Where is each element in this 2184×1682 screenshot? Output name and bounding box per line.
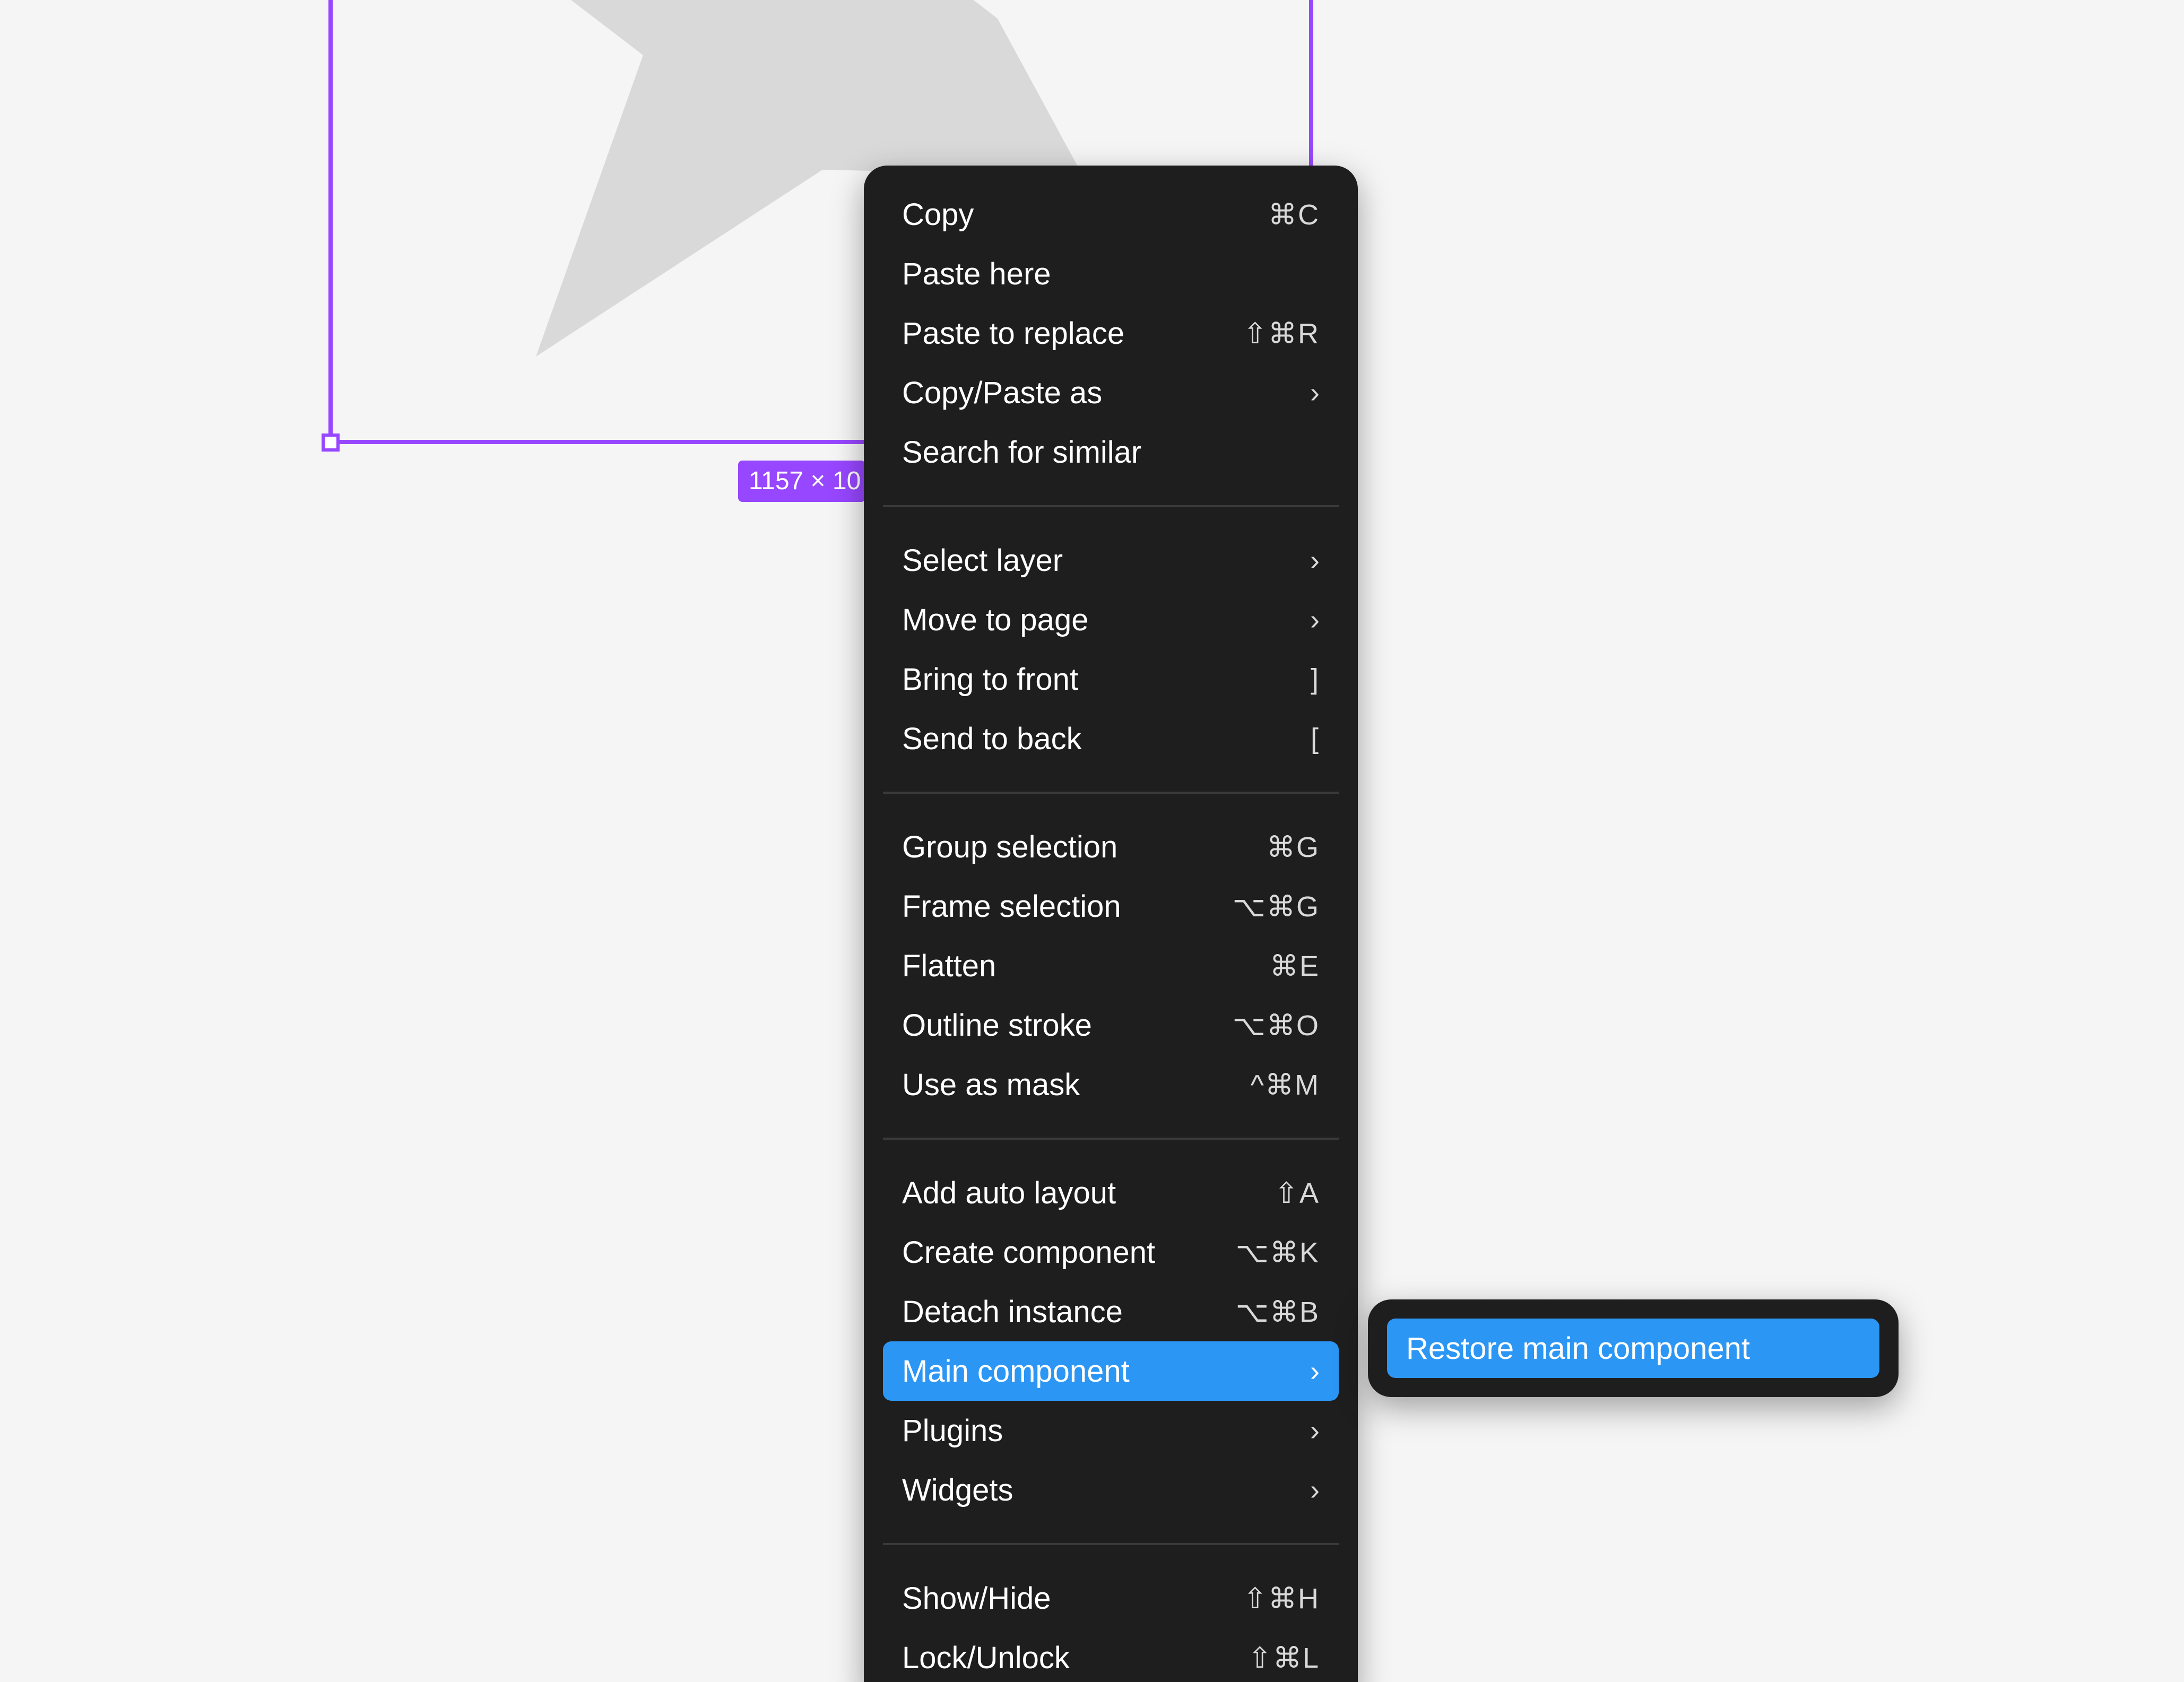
menu-item-widgets[interactable]: Widgets › (883, 1460, 1339, 1520)
menu-item-label: Frame selection (902, 889, 1121, 924)
menu-item-copy[interactable]: Copy ⌘C (883, 185, 1339, 244)
menu-item-label: Move to page (902, 602, 1089, 637)
chevron-right-icon: › (1310, 604, 1320, 636)
menu-item-label: Main component (902, 1354, 1130, 1389)
menu-item-label: Copy/Paste as (902, 375, 1103, 410)
menu-item-label: Create component (902, 1235, 1156, 1270)
menu-item-label: Paste to replace (902, 316, 1125, 351)
menu-item-plugins[interactable]: Plugins › (883, 1401, 1339, 1460)
menu-item-label: Show/Hide (902, 1581, 1051, 1616)
menu-item-label: Use as mask (902, 1067, 1080, 1102)
context-menu: Copy ⌘C Paste here Paste to replace ⇧⌘R Copy/… (864, 166, 1358, 1682)
menu-item-shortcut: ⇧A (1274, 1177, 1320, 1209)
menu-separator (883, 505, 1339, 507)
chevron-right-icon: › (1310, 1474, 1320, 1506)
chevron-right-icon: › (1310, 1415, 1320, 1446)
menu-item-create-component[interactable]: Create component ⌥⌘K (883, 1223, 1339, 1282)
menu-item-label: Widgets (902, 1472, 1013, 1507)
menu-item-label: Send to back (902, 721, 1082, 756)
menu-item-label: Lock/Unlock (902, 1640, 1070, 1675)
menu-item-detach-instance[interactable]: Detach instance ⌥⌘B (883, 1282, 1339, 1341)
menu-item-main-component[interactable]: Main component › (883, 1341, 1339, 1401)
menu-item-show-hide[interactable]: Show/Hide ⇧⌘H (883, 1568, 1339, 1628)
menu-item-label: Plugins (902, 1413, 1003, 1448)
menu-separator (883, 1543, 1339, 1545)
chevron-right-icon: › (1310, 544, 1320, 576)
menu-item-shortcut: ⇧⌘H (1243, 1582, 1320, 1615)
submenu-item-restore-main-component[interactable]: Restore main component (1387, 1319, 1879, 1378)
menu-item-shortcut: ⌘G (1266, 831, 1320, 863)
menu-item-label: Detach instance (902, 1294, 1123, 1329)
menu-item-move-to-page[interactable]: Move to page › (883, 590, 1339, 649)
menu-item-shortcut: ⇧⌘R (1243, 317, 1320, 350)
chevron-right-icon: › (1310, 1355, 1320, 1387)
menu-item-shortcut: ^⌘M (1250, 1069, 1320, 1101)
dimension-badge: 1157 × 10 (738, 461, 865, 502)
menu-item-label: Bring to front (902, 662, 1079, 697)
menu-item-label: Select layer (902, 543, 1063, 578)
menu-item-use-as-mask[interactable]: Use as mask ^⌘M (883, 1055, 1339, 1114)
menu-item-shortcut: ⇧⌘L (1247, 1642, 1320, 1674)
submenu-item-label: Restore main component (1406, 1331, 1750, 1366)
menu-item-shortcut: [ (1310, 723, 1320, 755)
menu-item-frame-selection[interactable]: Frame selection ⌥⌘G (883, 877, 1339, 936)
menu-item-group-selection[interactable]: Group selection ⌘G (883, 817, 1339, 877)
menu-item-shortcut: ⌘E (1269, 950, 1320, 982)
menu-separator (883, 1138, 1339, 1140)
menu-item-shortcut: ⌥⌘O (1232, 1009, 1320, 1042)
menu-item-label: Add auto layout (902, 1175, 1116, 1210)
menu-item-shortcut: ⌥⌘B (1235, 1296, 1320, 1328)
menu-item-shortcut: ⌘C (1268, 198, 1320, 231)
menu-item-lock-unlock[interactable]: Lock/Unlock ⇧⌘L (883, 1628, 1339, 1682)
menu-item-paste-here[interactable]: Paste here (883, 244, 1339, 304)
menu-item-label: Group selection (902, 829, 1118, 864)
chevron-right-icon: › (1310, 377, 1320, 409)
menu-item-add-auto-layout[interactable]: Add auto layout ⇧A (883, 1163, 1339, 1223)
menu-item-label: Outline stroke (902, 1008, 1092, 1043)
menu-item-bring-to-front[interactable]: Bring to front] (883, 649, 1339, 709)
menu-item-outline-stroke[interactable]: Outline stroke ⌥⌘O (883, 995, 1339, 1055)
resize-handle[interactable] (322, 433, 340, 452)
menu-item-label: Flatten (902, 948, 996, 983)
menu-item-label: Copy (902, 197, 974, 232)
menu-item-copy-paste-as[interactable]: Copy/Paste as › (883, 363, 1339, 422)
menu-item-select-layer[interactable]: Select layer › (883, 531, 1339, 590)
menu-separator (883, 792, 1339, 794)
design-canvas[interactable]: 1157 × 10 Copy ⌘C Paste here Paste to repla… (0, 0, 2184, 1682)
submenu-main-component: Restore main component (1368, 1299, 1899, 1397)
menu-item-flatten[interactable]: Flatten ⌘E (883, 936, 1339, 995)
menu-item-label: Search for similar (902, 435, 1142, 470)
menu-item-paste-to-replace[interactable]: Paste to replace ⇧⌘R (883, 304, 1339, 363)
menu-item-send-to-back[interactable]: Send to back [ (883, 709, 1339, 768)
menu-item-search-for-similar[interactable]: Search for similar (883, 422, 1339, 482)
menu-item-label: Paste here (902, 256, 1051, 291)
menu-item-shortcut: ] (1310, 663, 1320, 695)
menu-item-shortcut: ⌥⌘K (1235, 1236, 1320, 1269)
menu-item-shortcut: ⌥⌘G (1232, 890, 1320, 923)
